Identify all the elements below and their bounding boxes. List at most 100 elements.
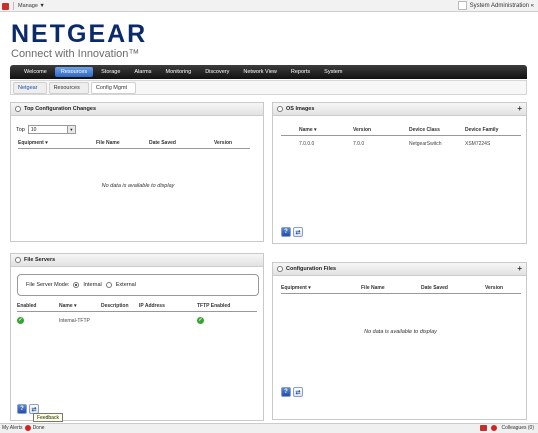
col-device-family[interactable]: Device Family [465,127,521,133]
col-tftp-enabled[interactable]: TFTP Enabled [197,303,247,309]
alert-icon[interactable] [491,425,498,431]
empty-message: No data is available to display [364,329,437,335]
col-file-name[interactable]: File Name [96,140,149,146]
col-date-saved[interactable]: Date Saved [421,285,485,291]
panel-title: File Servers [24,257,56,263]
manage-menu[interactable]: Manage ▼ [18,3,45,9]
tab-reports[interactable]: Reports [285,67,316,77]
main-nav: Welcome Resources Storage Alarms Monitor… [10,65,527,79]
status-bar: My Alerts Done Colleagues (0) [0,423,538,433]
tab-alarms[interactable]: Alarms [128,67,157,77]
cell-version: 7.0.0 [353,141,365,147]
os-images-panel: OS Images + Name ▾ Version Device Class … [272,102,527,244]
radio-external-label[interactable]: External [116,282,136,288]
config-files-header: Configuration Files + [273,263,526,276]
app-icon[interactable] [2,2,9,10]
mode-label: File Server Mode: [26,282,70,288]
panel-icon [15,257,21,263]
tab-discovery[interactable]: Discovery [199,67,235,77]
radio-internal-label[interactable]: Internal [83,282,101,288]
chevron-down-icon: ▼ [66,126,75,133]
col-version[interactable]: Version [353,127,409,133]
col-version[interactable]: Version [485,285,521,291]
top-select-value: 10 [30,127,37,133]
cell-tftp-enabled: ✓ [197,317,247,324]
os-images-header: OS Images + [273,103,526,116]
tab-monitoring[interactable]: Monitoring [160,67,198,77]
cell-name: 7.0.0.0 [299,141,315,147]
table-header: Name ▾ Version Device Class Device Famil… [281,127,521,136]
brand-name: NETGEAR [11,20,148,48]
tab-welcome[interactable]: Welcome [18,67,53,77]
col-file-name[interactable]: File Name [361,285,421,291]
cell-enabled: ✓ [17,317,59,324]
top-bar: Manage ▼ System Administration « [0,0,538,12]
panel-title: Configuration Files [286,266,337,272]
top-select[interactable]: 10 ▼ [27,125,76,134]
col-name[interactable]: Name ▾ [59,303,101,309]
refresh-button[interactable]: ⇄ [293,227,303,237]
brand-tagline: Connect with Innovation™ [11,48,140,60]
status-text: Done [32,425,45,431]
table-row[interactable]: 7.0.0.0 7.0.0 NetgearSwitch XSM7224S [281,138,521,147]
tab-resources[interactable]: Resources [54,67,94,77]
add-icon[interactable]: + [517,105,522,113]
tab-network-view[interactable]: Network View [237,67,283,77]
col-date-saved[interactable]: Date Saved [149,140,214,146]
radio-external[interactable] [105,282,112,288]
table-header: Equipment ▾ File Name Date Saved Version [18,140,250,149]
colleagues-label[interactable]: Colleagues (0) [501,425,534,431]
help-button[interactable]: ? [281,227,291,237]
empty-message: No data is available to display [101,183,175,189]
breadcrumb-config-mgmt: Config Mgmt [90,81,137,94]
col-description[interactable]: Description [101,303,139,309]
file-server-mode-group: File Server Mode: Internal External [17,274,259,296]
divider [13,2,14,10]
table-header: Enabled Name ▾ Description IP Address TF… [17,303,257,312]
panel-title: OS Images [286,106,315,112]
col-device-class[interactable]: Device Class [409,127,465,133]
table-header: Equipment ▾ File Name Date Saved Version [281,285,521,294]
col-name[interactable]: Name ▾ [281,127,353,133]
radio-internal[interactable] [73,282,80,288]
tab-storage[interactable]: Storage [95,67,126,77]
add-icon[interactable]: + [517,265,522,273]
file-servers-panel: File Servers File Server Mode: Internal … [10,253,264,421]
config-files-toolbar: ? ⇄ [281,387,303,397]
col-ip-address[interactable]: IP Address [139,303,197,309]
col-enabled[interactable]: Enabled [17,303,59,309]
panel-icon [15,106,21,112]
user-name[interactable]: System Administration « [470,3,534,9]
config-files-panel: Configuration Files + Equipment ▾ File N… [272,262,527,420]
top-config-header: Top Configuration Changes [11,103,263,116]
breadcrumb: Netgear Resources Config Mgmt [10,80,527,95]
top-config-panel: Top Configuration Changes Top 10 ▼ Equip… [10,102,264,242]
help-button[interactable]: ? [17,404,27,414]
user-icon [457,1,467,10]
os-toolbar: ? ⇄ [281,227,303,237]
alert-icon [24,425,31,431]
tab-system[interactable]: System [318,67,348,77]
top-label: Top [16,126,25,133]
col-equipment[interactable]: Equipment ▾ [18,140,96,146]
check-icon: ✓ [197,317,204,324]
netgear-logo: NETGEAR Connect with Innovation™ [11,20,148,61]
panel-icon [277,266,283,272]
cell-device-family: XSM7224S [465,141,491,147]
mail-icon[interactable] [480,425,488,431]
breadcrumb-netgear[interactable]: Netgear [13,81,47,94]
breadcrumb-resources[interactable]: Resources [48,81,89,94]
col-version[interactable]: Version [214,140,250,146]
cell-device-class: NetgearSwitch [409,141,442,147]
panel-title: Top Configuration Changes [24,106,97,112]
col-equipment[interactable]: Equipment ▾ [281,285,361,291]
feedback-tooltip[interactable]: Feedback [33,413,63,422]
file-servers-header: File Servers [11,254,263,267]
check-icon: ✓ [17,317,24,324]
help-button[interactable]: ? [281,387,291,397]
panel-icon [277,106,283,112]
table-row[interactable]: ✓ Internal-TFTP ✓ [17,314,257,324]
my-alerts-label[interactable]: My Alerts [2,425,23,431]
cell-name: Internal-TFTP [59,317,90,324]
refresh-button[interactable]: ⇄ [293,387,303,397]
